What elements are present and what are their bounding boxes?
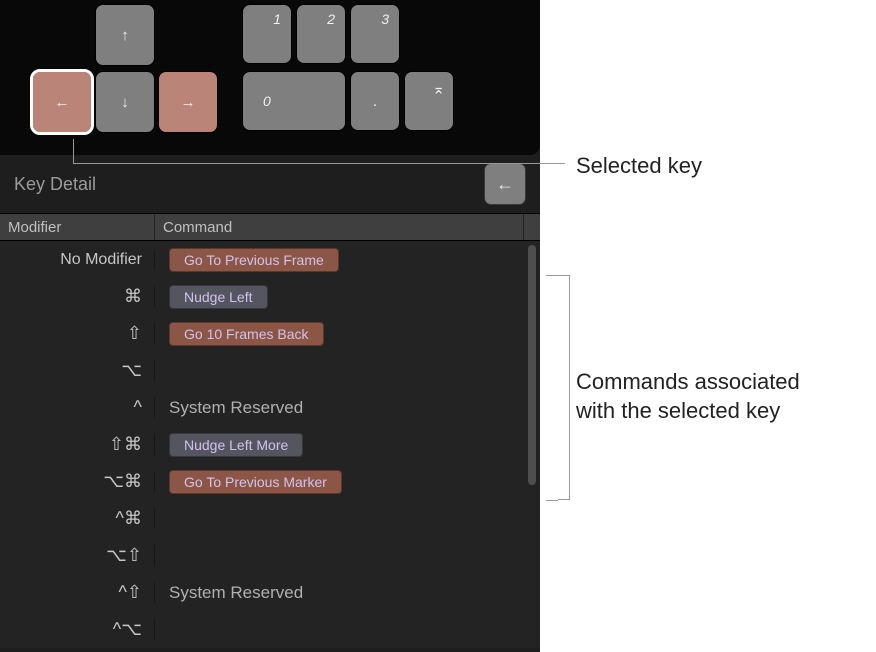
key-right-arrow[interactable]: →: [158, 71, 218, 133]
key-num-dot[interactable]: .: [350, 71, 400, 131]
modifier-cell: ^⌥: [0, 619, 155, 640]
table-row[interactable]: ⌥: [0, 352, 540, 389]
keyboard-area: ↑ ← ↓ → 1 2 3 0 . ⌅: [0, 0, 540, 155]
modifier-cell: ⌥: [0, 360, 155, 381]
table-row[interactable]: ^⇧ System Reserved: [0, 574, 540, 611]
table-row[interactable]: ⌥⇧: [0, 537, 540, 574]
table-row[interactable]: ^⌘: [0, 500, 540, 537]
modifier-cell: ⌥⌘: [0, 471, 155, 492]
key-num-1[interactable]: 1: [242, 4, 292, 64]
command-cell: System Reserved: [155, 583, 540, 603]
key-num-2[interactable]: 2: [296, 4, 346, 64]
table-header: Modifier Command: [0, 213, 540, 241]
table-row[interactable]: ^ System Reserved: [0, 389, 540, 426]
key-down-arrow[interactable]: ↓: [95, 71, 155, 133]
callout-bracket: [558, 275, 570, 500]
command-badge[interactable]: Go 10 Frames Back: [169, 322, 324, 346]
table-row[interactable]: ⇧⌘ Nudge Left More: [0, 426, 540, 463]
modifier-cell: ⇧: [0, 323, 155, 344]
col-command[interactable]: Command: [155, 214, 524, 240]
command-editor-panel: ↑ ← ↓ → 1 2 3 0 . ⌅ Key Detail ← Modifie…: [0, 0, 540, 652]
callout-line: [73, 163, 565, 164]
callout-bracket-bottom: [546, 500, 558, 501]
modifier-cell: ⌥⇧: [0, 545, 155, 566]
left-arrow-icon: ←: [496, 174, 514, 195]
callout-bracket-top: [546, 275, 558, 276]
key-num-3[interactable]: 3: [350, 4, 400, 64]
command-badge[interactable]: Nudge Left: [169, 285, 268, 309]
command-badge[interactable]: Go To Previous Frame: [169, 248, 339, 272]
reserved-label: System Reserved: [169, 398, 303, 417]
annotation-panel: Selected key Commands associated with th…: [552, 0, 872, 652]
command-cell: Nudge Left: [155, 285, 540, 309]
key-num-0[interactable]: 0: [242, 71, 346, 131]
modifier-cell: ^: [0, 397, 155, 418]
table-row[interactable]: ⌘ Nudge Left: [0, 278, 540, 315]
command-cell: Nudge Left More: [155, 433, 540, 457]
scrollbar-track[interactable]: [526, 245, 538, 644]
modifier-cell: No Modifier: [0, 251, 155, 269]
annotation-commands: Commands associated with the selected ke…: [576, 368, 800, 425]
key-num-enter[interactable]: ⌅: [404, 71, 454, 131]
command-badge[interactable]: Go To Previous Marker: [169, 470, 342, 494]
reserved-label: System Reserved: [169, 583, 303, 602]
scrollbar-thumb[interactable]: [528, 245, 536, 485]
col-gutter: [524, 214, 540, 240]
command-cell: Go To Previous Frame: [155, 248, 540, 272]
command-cell: Go 10 Frames Back: [155, 322, 540, 346]
table-row[interactable]: ⌥⌘ Go To Previous Marker: [0, 463, 540, 500]
modifier-cell: ^⌘: [0, 508, 155, 529]
table-row[interactable]: No Modifier Go To Previous Frame: [0, 241, 540, 278]
table-row[interactable]: ⇧ Go 10 Frames Back: [0, 315, 540, 352]
table-body: No Modifier Go To Previous Frame ⌘ Nudge Le…: [0, 241, 540, 648]
selected-key-preview: ←: [484, 163, 526, 205]
callout-line: [73, 139, 74, 163]
modifier-cell: ⌘: [0, 286, 155, 307]
command-cell: System Reserved: [155, 398, 540, 418]
modifier-cell: ^⇧: [0, 582, 155, 603]
table-row[interactable]: ^⌥: [0, 611, 540, 648]
modifier-cell: ⇧⌘: [0, 434, 155, 455]
key-left-arrow[interactable]: ←: [32, 71, 92, 133]
key-up-arrow[interactable]: ↑: [95, 4, 155, 66]
col-modifier[interactable]: Modifier: [0, 214, 155, 240]
command-badge[interactable]: Nudge Left More: [169, 433, 303, 457]
key-detail-title: Key Detail: [14, 174, 96, 195]
command-cell: Go To Previous Marker: [155, 470, 540, 494]
annotation-selected-key: Selected key: [576, 152, 702, 181]
